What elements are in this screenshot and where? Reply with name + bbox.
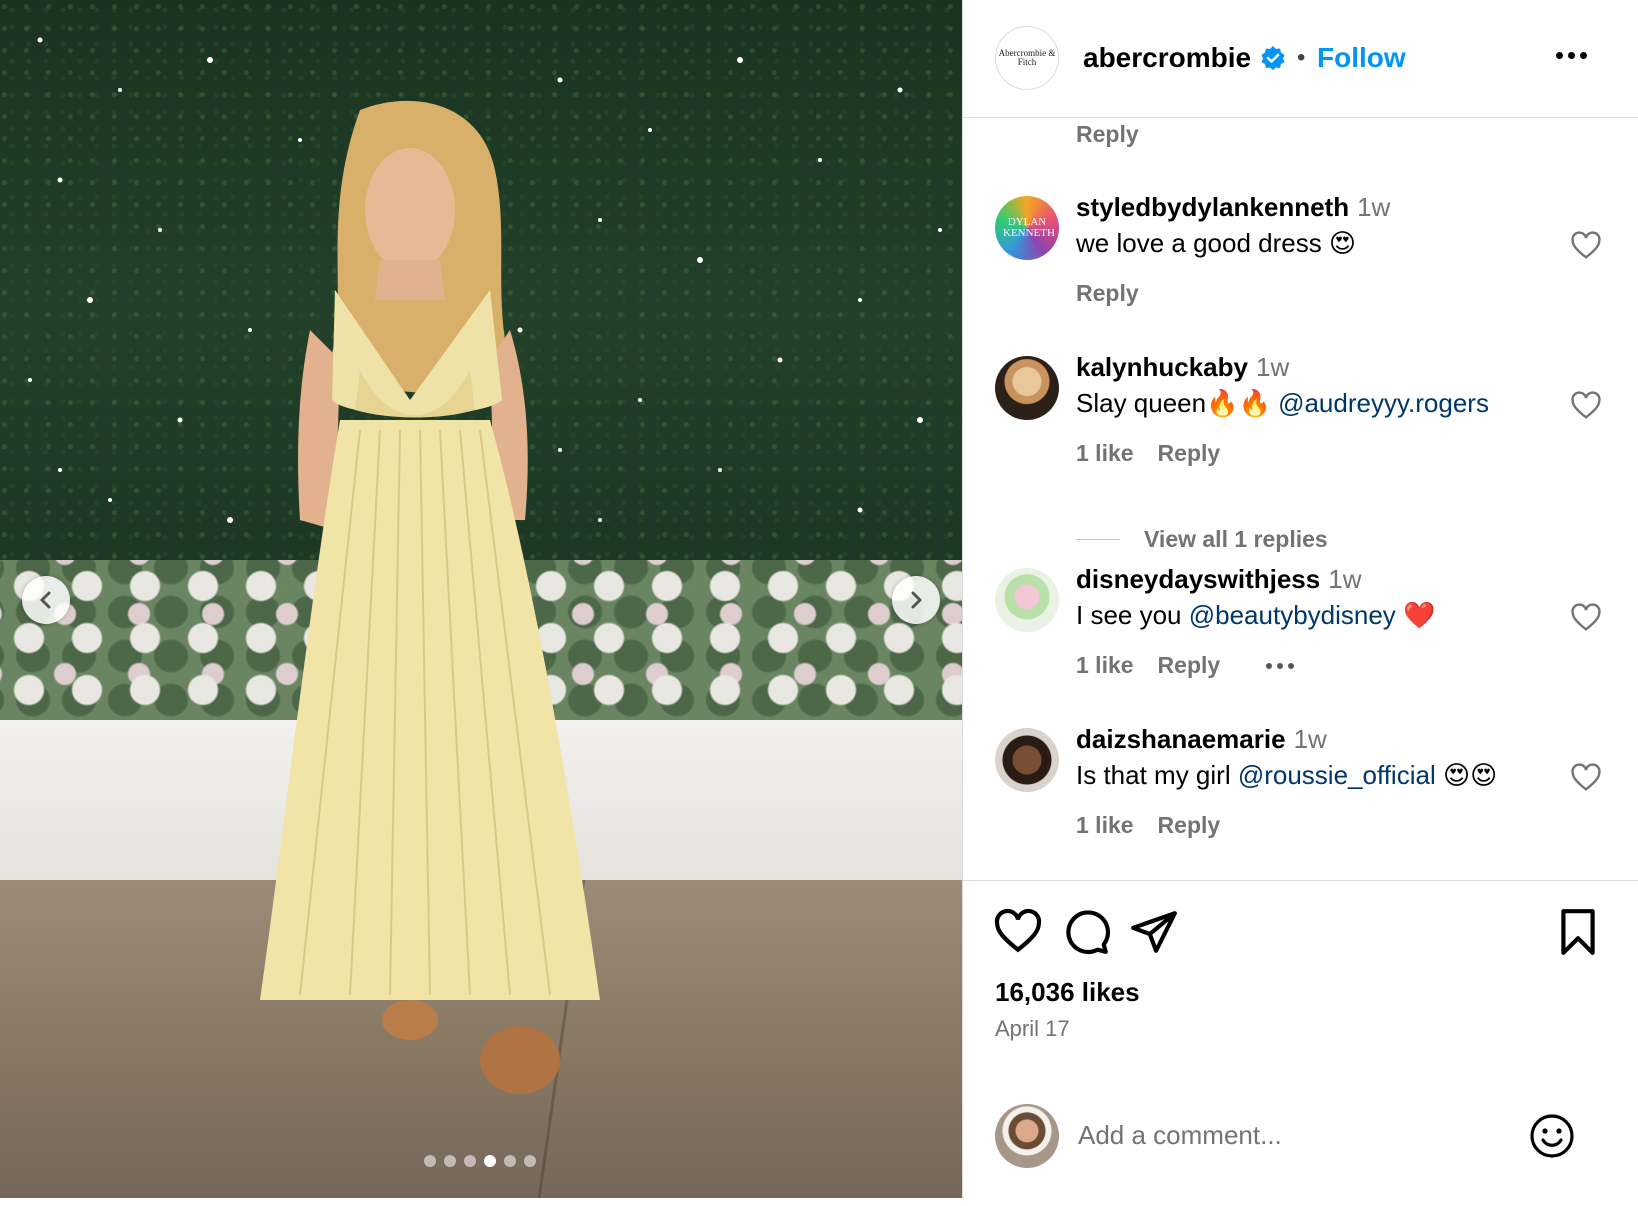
carousel-dot (424, 1155, 436, 1167)
mention-link[interactable]: @beautybydisney (1189, 600, 1396, 630)
emoji-icon[interactable] (1528, 1112, 1576, 1160)
comment-username[interactable]: disneydayswithjess 1w (1076, 564, 1361, 595)
carousel-dot (504, 1155, 516, 1167)
reply-button[interactable]: Reply (1076, 121, 1139, 148)
comment-username[interactable]: daizshanaemarie 1w (1076, 724, 1327, 755)
comment-timestamp[interactable]: 1w (1294, 724, 1327, 754)
follow-button[interactable]: Follow (1317, 42, 1406, 74)
avatar-logo-text: DYLAN KENNETH (1003, 216, 1055, 239)
comment-timestamp[interactable]: 1w (1256, 352, 1289, 382)
bookmark-icon[interactable] (1553, 907, 1603, 957)
carousel-dot-active (484, 1155, 496, 1167)
carousel-indicator (424, 1155, 536, 1167)
comment-meta: 1 like Reply (1076, 652, 1295, 679)
comment-text: I see you @beautybydisney ❤️ (1076, 600, 1435, 631)
comment-meta: 1 like Reply (1076, 812, 1220, 839)
comment-options-icon[interactable] (1266, 662, 1295, 669)
add-comment-bar (963, 1090, 1638, 1198)
comment-text-part: Slay queen🔥🔥 (1076, 388, 1279, 418)
view-replies-button[interactable]: View all 1 replies (1076, 526, 1328, 553)
chevron-right-icon (911, 591, 922, 609)
post-header: Abercrombie & Fitch abercrombie • Follow (963, 0, 1638, 118)
commenter-avatar[interactable] (995, 728, 1059, 792)
comment-text-part: 😍😍 (1435, 760, 1498, 790)
comment-likes-count[interactable]: 1 like (1076, 440, 1134, 467)
comment-meta: 1 like Reply (1076, 440, 1220, 467)
comment-username-text[interactable]: styledbydylankenneth (1076, 192, 1349, 222)
reply-button[interactable]: Reply (1158, 440, 1221, 467)
reply-button[interactable]: Reply (1076, 280, 1139, 307)
likes-count[interactable]: 16,036 likes (995, 977, 1140, 1008)
comment-text-part: I see you (1076, 600, 1189, 630)
comment-text-part: Is that my girl (1076, 760, 1238, 790)
like-comment-heart-icon[interactable] (1570, 602, 1602, 634)
reply-button[interactable]: Reply (1158, 812, 1221, 839)
comment-input[interactable] (1078, 1110, 1518, 1160)
comment-username-text[interactable]: disneydayswithjess (1076, 564, 1320, 594)
next-photo-button[interactable] (892, 576, 940, 624)
chevron-left-icon (40, 591, 51, 609)
like-comment-heart-icon[interactable] (1570, 390, 1602, 422)
more-options-icon[interactable] (1556, 52, 1587, 59)
comments-list[interactable]: Reply DYLAN KENNETH styledbydylankenneth… (963, 118, 1638, 880)
post-photo[interactable] (0, 0, 962, 1198)
model-figure (260, 100, 600, 1094)
replies-line (1076, 539, 1120, 540)
comment-likes-count[interactable]: 1 like (1076, 652, 1134, 679)
like-comment-heart-icon[interactable] (1570, 762, 1602, 794)
comment-username[interactable]: styledbydylankenneth 1w (1076, 192, 1390, 223)
heart-icon[interactable] (993, 907, 1043, 957)
post-side-panel: Abercrombie & Fitch abercrombie • Follow… (963, 0, 1638, 1198)
verified-badge-icon (1261, 46, 1285, 70)
commenter-avatar[interactable] (995, 568, 1059, 632)
post-author-username[interactable]: abercrombie (1083, 42, 1251, 74)
comment-username-text[interactable]: daizshanaemarie (1076, 724, 1286, 754)
current-user-avatar (995, 1104, 1059, 1168)
post-date[interactable]: April 17 (995, 1016, 1070, 1042)
comment-timestamp[interactable]: 1w (1357, 192, 1390, 222)
comment-username[interactable]: kalynhuckaby 1w (1076, 352, 1289, 383)
comment-likes-count[interactable]: 1 like (1076, 812, 1134, 839)
mention-link[interactable]: @audreyyy.rogers (1278, 388, 1489, 418)
previous-photo-button[interactable] (22, 576, 70, 624)
comment-text: Is that my girl @roussie_official 😍😍 (1076, 760, 1497, 791)
commenter-avatar[interactable]: DYLAN KENNETH (995, 196, 1059, 260)
brand-logo-text: Abercrombie & Fitch (998, 48, 1056, 67)
comment-meta: Reply (1076, 280, 1139, 307)
comment-icon[interactable] (1061, 907, 1111, 957)
comment-timestamp[interactable]: 1w (1328, 564, 1361, 594)
like-comment-heart-icon[interactable] (1570, 230, 1602, 262)
post-actions: 16,036 likes April 17 (963, 880, 1638, 1090)
carousel-dot (464, 1155, 476, 1167)
reply-button[interactable]: Reply (1158, 652, 1221, 679)
carousel-dot (444, 1155, 456, 1167)
comment-username-text[interactable]: kalynhuckaby (1076, 352, 1248, 382)
mention-link[interactable]: @roussie_official (1238, 760, 1436, 790)
comment-text-part: ❤️ (1395, 600, 1436, 630)
comment-text: we love a good dress 😍 (1076, 228, 1357, 258)
brand-avatar[interactable]: Abercrombie & Fitch (995, 26, 1059, 90)
comment-text: Slay queen🔥🔥 @audreyyy.rogers (1076, 388, 1489, 419)
commenter-avatar[interactable] (995, 356, 1059, 420)
separator-dot: • (1297, 44, 1306, 71)
carousel-dot (524, 1155, 536, 1167)
view-replies-label[interactable]: View all 1 replies (1144, 526, 1328, 553)
share-icon[interactable] (1129, 907, 1179, 957)
